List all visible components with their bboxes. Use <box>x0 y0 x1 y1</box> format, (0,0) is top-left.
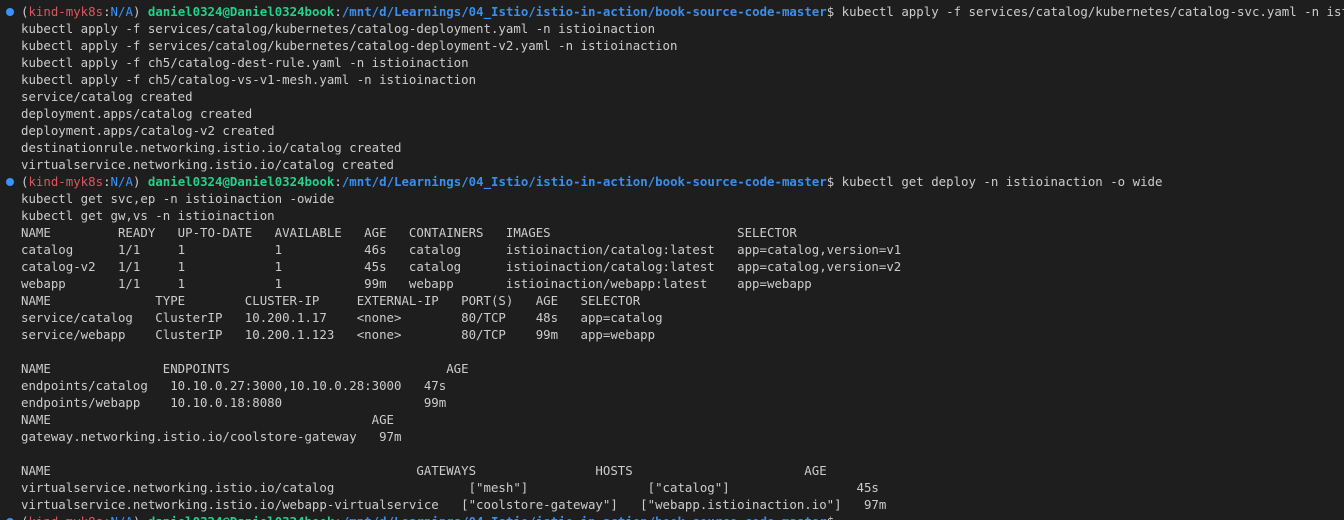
output-line: NAME ENDPOINTS AGE <box>21 361 469 376</box>
output-line: endpoints/catalog 10.10.0.27:3000,10.10.… <box>21 378 447 393</box>
prompt-user-host: daniel0324@Daniel0324book <box>147 174 335 189</box>
prompt-working-directory: /mnt/d/Learnings/04_Istio/istio-in-actio… <box>341 174 827 189</box>
prompt-kube-namespace: N/A <box>110 4 133 19</box>
terminal-panel[interactable]: (kind-myk8s:N/A) daniel0324@Daniel0324bo… <box>0 0 1344 520</box>
prompt-context-separator: : <box>103 174 111 189</box>
prompt-user-host: daniel0324@Daniel0324book <box>148 514 335 520</box>
prompt-line: (kind-myk8s:N/A) daniel0324@Daniel0324bo… <box>6 3 1344 20</box>
prompt-working-directory: /mnt/d/Learnings/04_Istio/istio-in-actio… <box>342 514 827 520</box>
prompt-path-separator: : <box>334 174 342 189</box>
output-line: deployment.apps/catalog created <box>21 106 253 121</box>
prompt-kube-context: kind-myk8s <box>28 4 104 19</box>
terminal-prompt-dot-icon[interactable] <box>6 178 14 186</box>
prompt-dollar: $ <box>826 174 835 189</box>
output-line: webapp 1/1 1 1 99m webapp istioinaction/… <box>21 276 812 291</box>
output-line: kubectl get gw,vs -n istioinaction <box>21 208 275 223</box>
output-line: NAME READY UP-TO-DATE AVAILABLE AGE CONT… <box>21 225 797 240</box>
output-line: destinationrule.networking.istio.io/cata… <box>21 140 402 155</box>
output-line: service/catalog created <box>21 89 193 104</box>
output-line: NAME GATEWAYS HOSTS AGE <box>21 463 827 478</box>
output-line: virtualservice.networking.istio.io/catal… <box>21 157 394 172</box>
output-line: catalog-v2 1/1 1 1 45s catalog istioinac… <box>21 259 902 274</box>
prompt-working-directory: /mnt/d/Learnings/04_Istio/istio-in-actio… <box>341 4 827 19</box>
prompt-kube-context: kind-myk8s <box>28 514 103 520</box>
output-line: virtualservice.networking.istio.io/catal… <box>21 480 879 495</box>
output-line: service/webapp ClusterIP 10.200.1.123 <n… <box>21 327 656 342</box>
prompt-line: (kind-myk8s:N/A) daniel0324@Daniel0324bo… <box>6 513 842 520</box>
prompt-close-paren: ) <box>133 514 140 520</box>
output-line: NAME TYPE CLUSTER-IP EXTERNAL-IP PORT(S)… <box>21 293 641 308</box>
prompt-path-separator: : <box>334 4 342 19</box>
output-line: virtualservice.networking.istio.io/webap… <box>21 497 887 512</box>
output-line: deployment.apps/catalog-v2 created <box>21 123 275 138</box>
output-line: kubectl get svc,ep -n istioinaction -owi… <box>21 191 335 206</box>
prompt-kube-namespace: N/A <box>111 514 133 520</box>
output-line: catalog 1/1 1 1 46s catalog istioinactio… <box>21 242 902 257</box>
prompt-kube-context: kind-myk8s <box>28 174 104 189</box>
prompt-context-separator: : <box>103 514 110 520</box>
terminal-prompt-dot-icon[interactable] <box>6 8 14 16</box>
output-line: NAME AGE <box>21 412 394 427</box>
prompt-line: (kind-myk8s:N/A) daniel0324@Daniel0324bo… <box>6 173 1162 190</box>
prompt-path-separator: : <box>334 514 341 520</box>
prompt-close-paren: ) <box>132 4 141 19</box>
output-line: kubectl apply -f ch5/catalog-vs-v1-mesh.… <box>21 72 477 87</box>
prompt-user-host: daniel0324@Daniel0324book <box>147 4 335 19</box>
prompt-dollar: $ <box>827 514 834 520</box>
prompt-dollar: $ <box>826 4 835 19</box>
output-line: kubectl apply -f services/catalog/kubern… <box>21 38 678 53</box>
output-line: kubectl apply -f ch5/catalog-dest-rule.y… <box>21 55 469 70</box>
command-text[interactable]: kubectl get deploy -n istioinaction -o w… <box>842 174 1163 189</box>
prompt-close-paren: ) <box>132 174 141 189</box>
output-line: gateway.networking.istio.io/coolstore-ga… <box>21 429 402 444</box>
prompt-context-separator: : <box>103 4 111 19</box>
output-line: kubectl apply -f services/catalog/kubern… <box>21 21 656 36</box>
output-line: endpoints/webapp 10.10.0.18:8080 99m <box>21 395 447 410</box>
output-line: service/catalog ClusterIP 10.200.1.17 <n… <box>21 310 663 325</box>
prompt-kube-namespace: N/A <box>110 174 133 189</box>
command-text[interactable]: kubectl apply -f services/catalog/kubern… <box>842 4 1344 19</box>
